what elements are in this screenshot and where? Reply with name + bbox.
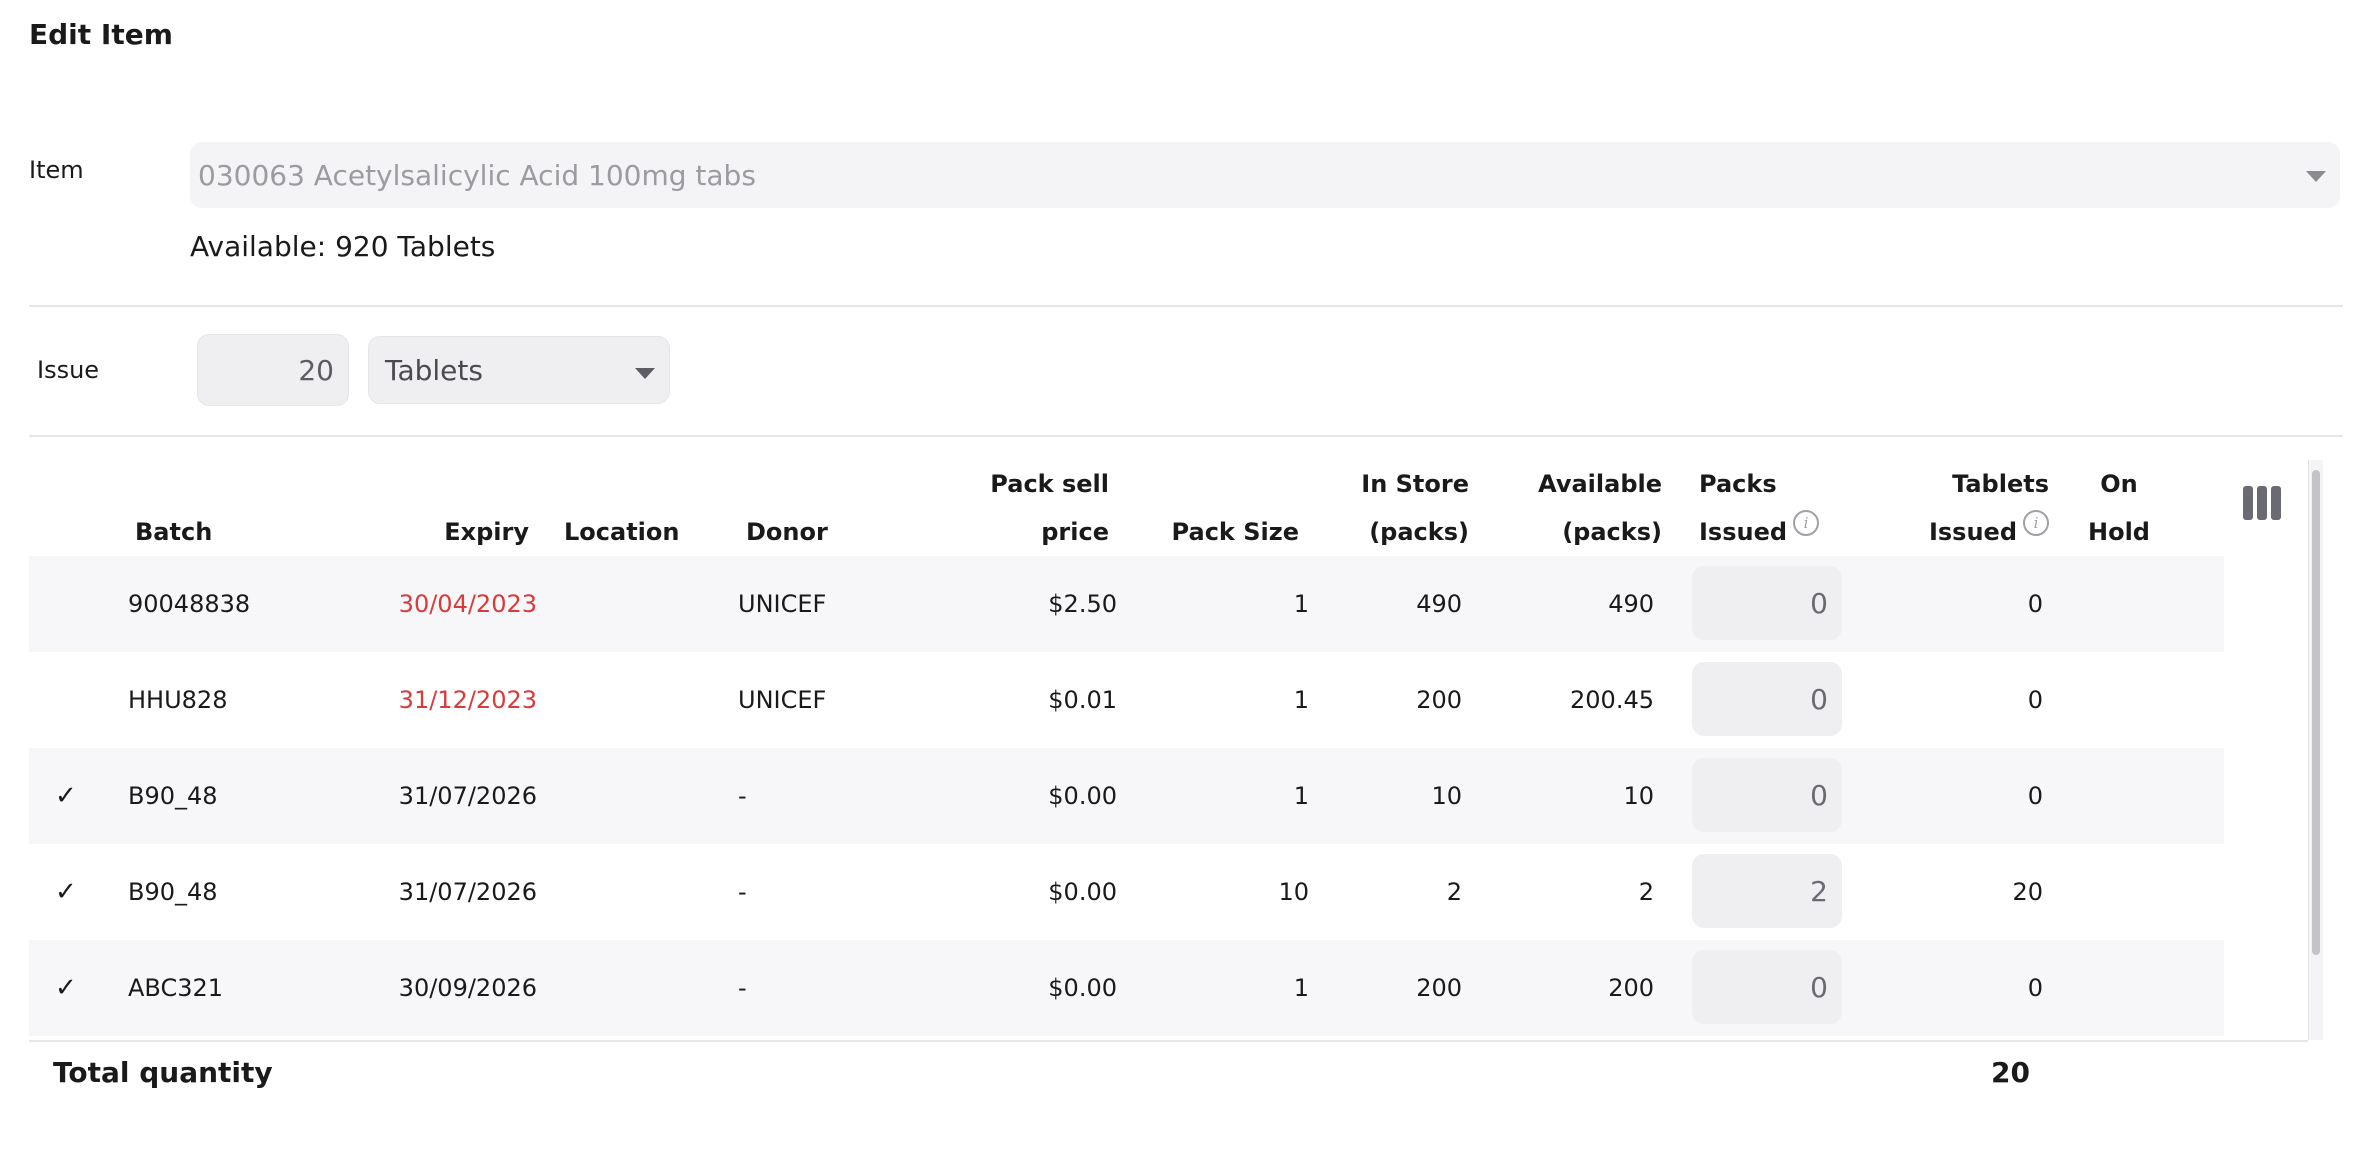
cell-in-store: 10 [1431,782,1462,810]
cell-donor: UNICEF [738,590,827,618]
header-available[interactable]: Available (packs) [1462,460,1662,556]
cell-expiry: 31/07/2026 [398,782,537,810]
divider [29,305,2343,307]
total-quantity-value: 20 [1991,1056,2030,1089]
cell-available: 200.45 [1570,686,1654,714]
packs-issued-input[interactable]: 0 [1692,566,1842,640]
header-expiry[interactable]: Expiry [329,508,529,556]
header-tablets-issued[interactable]: Tablets Issued i [1829,460,2049,556]
cell-price: $2.50 [1048,590,1117,618]
item-label: Item [29,156,84,184]
header-in-store[interactable]: In Store (packs) [1269,460,1469,556]
check-icon: ✓ [55,973,77,1003]
available-stock: Available: 920 Tablets [190,230,496,263]
packs-issued-input[interactable]: 0 [1692,662,1842,736]
cell-expiry: 31/07/2026 [398,878,537,906]
header-pack-sell-price-line1: Pack sell [990,470,1109,498]
item-select[interactable]: 030063 Acetylsalicylic Acid 100mg tabs [190,142,2340,208]
header-batch[interactable]: Batch [135,508,212,556]
header-location[interactable]: Location [564,508,679,556]
header-in-store-line1: In Store [1361,470,1469,498]
scrollbar-thumb[interactable] [2312,470,2320,955]
cell-available: 10 [1623,782,1654,810]
cell-tablets-issued: 0 [2027,782,2043,810]
cell-donor: - [738,878,747,906]
cell-price: $0.00 [1048,782,1117,810]
cell-tablets-issued: 0 [2027,974,2043,1002]
cell-price: $0.00 [1048,878,1117,906]
table-row[interactable]: HHU828 31/12/2023 UNICEF $0.01 1 200 200… [29,652,2224,748]
chevron-down-icon [2306,171,2326,182]
cell-pack-size: 1 [1293,974,1309,1002]
cell-available: 2 [1638,878,1654,906]
check-icon: ✓ [55,877,77,907]
cell-donor: UNICEF [738,686,827,714]
cell-pack-size: 1 [1293,590,1309,618]
issue-quantity-input[interactable]: 20 [197,334,349,406]
cell-expiry: 30/09/2026 [398,974,537,1002]
batch-table: Batch Expiry Location Donor Pack sell pr… [29,460,2323,1042]
cell-donor: - [738,974,747,1002]
cell-tablets-issued: 0 [2027,686,2043,714]
unit-select[interactable]: Tablets [368,336,670,404]
cell-in-store: 200 [1416,686,1462,714]
header-packs-issued[interactable]: Packs Issued i [1699,460,1820,556]
header-packs-issued-text: Issued [1699,518,1788,546]
cell-expiry: 30/04/2023 [398,590,537,618]
cell-batch: HHU828 [128,686,228,714]
check-icon: ✓ [55,781,77,811]
cell-available: 490 [1608,590,1654,618]
cell-batch: 90048838 [128,590,251,618]
header-on-hold[interactable]: On Hold [2079,460,2159,556]
info-icon[interactable]: i [2023,510,2049,536]
divider [29,435,2343,437]
table-row[interactable]: ✓ ABC321 30/09/2026 - $0.00 1 200 200 0 … [29,940,2224,1036]
header-pack-sell-price[interactable]: Pack sell price [909,460,1109,556]
cell-batch: B90_48 [128,782,218,810]
cell-price: $0.00 [1048,974,1117,1002]
header-on-hold-line2: Hold [2088,518,2150,546]
unit-select-value: Tablets [385,353,483,387]
header-tablets-issued-text: Issued [1928,518,2017,546]
total-quantity-label: Total quantity [53,1056,273,1089]
cell-in-store: 490 [1416,590,1462,618]
cell-pack-size: 10 [1278,878,1309,906]
cell-in-store: 2 [1446,878,1462,906]
cell-pack-size: 1 [1293,686,1309,714]
chevron-down-icon [635,368,655,379]
packs-issued-input[interactable]: 0 [1692,758,1842,832]
header-packs-issued-line1: Packs [1699,470,1777,498]
packs-issued-input[interactable]: 2 [1692,854,1842,928]
header-donor[interactable]: Donor [746,508,828,556]
header-pack-sell-price-line2: price [1041,518,1109,546]
cell-available: 200 [1608,974,1654,1002]
cell-batch: B90_48 [128,878,218,906]
columns-icon[interactable] [2243,486,2283,520]
header-tablets-issued-line1: Tablets [1952,470,2049,498]
item-select-value: 030063 Acetylsalicylic Acid 100mg tabs [198,158,756,192]
cell-in-store: 200 [1416,974,1462,1002]
dialog-title: Edit Item [29,18,173,51]
table-row[interactable]: ✓ B90_48 31/07/2026 - $0.00 10 2 2 2 20 [29,844,2224,940]
header-available-line2: (packs) [1562,518,1662,546]
header-available-line1: Available [1538,470,1662,498]
packs-issued-input[interactable]: 0 [1692,950,1842,1024]
table-row[interactable]: 90048838 30/04/2023 UNICEF $2.50 1 490 4… [29,556,2224,652]
cell-tablets-issued: 0 [2027,590,2043,618]
footer-divider [29,1040,2308,1042]
header-packs-issued-line2: Issued i [1699,508,1820,556]
cell-price: $0.01 [1048,686,1117,714]
edit-item-dialog: Edit Item Item 030063 Acetylsalicylic Ac… [0,0,2368,1152]
header-tablets-issued-line2: Issued i [1829,508,2049,556]
cell-tablets-issued: 20 [2012,878,2043,906]
header-on-hold-line1: On [2100,470,2138,498]
cell-pack-size: 1 [1293,782,1309,810]
cell-batch: ABC321 [128,974,224,1002]
issue-label: Issue [37,356,100,384]
header-in-store-line2: (packs) [1369,518,1469,546]
info-icon[interactable]: i [1793,510,1820,536]
table-row[interactable]: ✓ B90_48 31/07/2026 - $0.00 1 10 10 0 0 [29,748,2224,844]
cell-expiry: 31/12/2023 [398,686,537,714]
cell-donor: - [738,782,747,810]
